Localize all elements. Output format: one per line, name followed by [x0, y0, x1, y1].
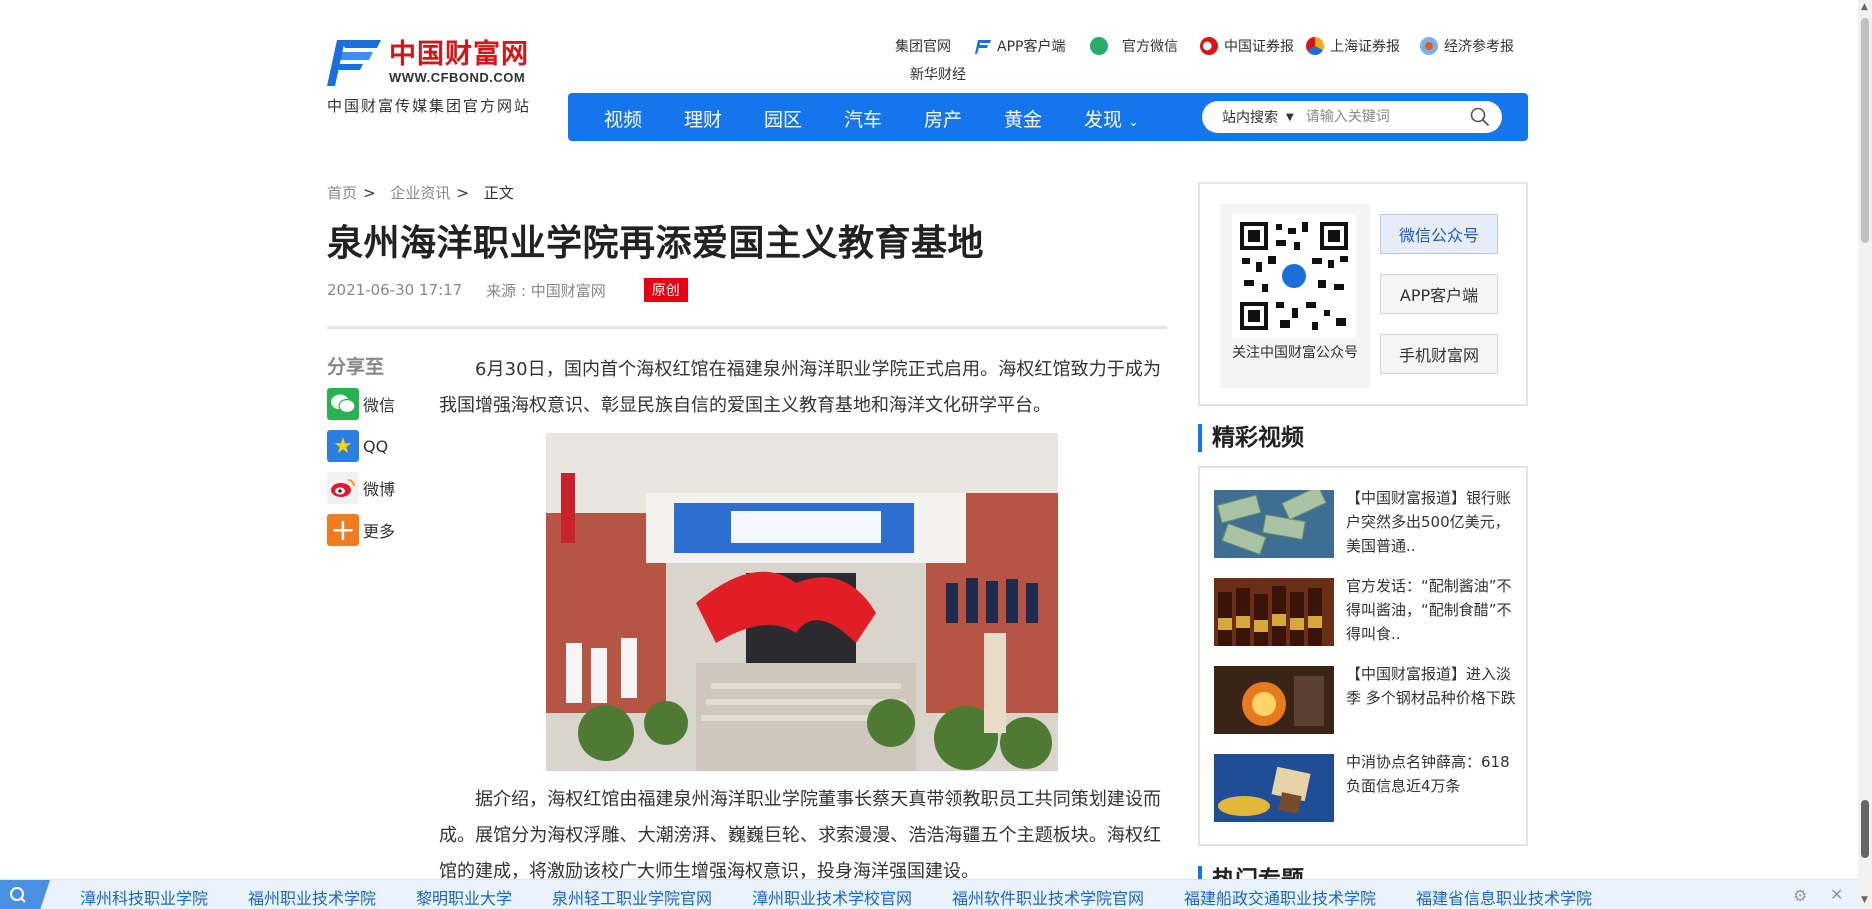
breadcrumb-current: 正文 [483, 184, 514, 202]
section-heading: 精彩视频 [1198, 424, 1304, 452]
wechat-icon [327, 388, 359, 420]
video-title: 官方发话：“配制酱油”不得叫酱油，“配制食醋”不得叫食.. [1346, 577, 1512, 643]
close-icon[interactable]: ✕ [1830, 885, 1843, 904]
breadcrumb-separator: > [456, 184, 469, 202]
search-box: 站内搜索 ▼ [1202, 101, 1502, 133]
logo-url: WWW.CFBOND.COM [389, 70, 526, 85]
nav-gold[interactable]: 黄金 [1004, 105, 1042, 132]
top-links: 集团官网 APP客户端 官方微信 中国证券报 上海证券报 经济参考报 新华财经 [880, 36, 1530, 86]
cfbond-logo-icon [327, 40, 381, 86]
follow-box: 关注中国财富公众号 微信公众号 APP客户端 手机财富网 [1198, 182, 1528, 406]
wechat-account-button[interactable]: 微信公众号 [1380, 214, 1498, 254]
search-icon[interactable] [1470, 107, 1490, 127]
cfbond-app-icon [975, 40, 991, 54]
share-heading: 分享至 [327, 356, 385, 378]
video-list: 【中国财富报道】银行账户突然多出500亿美元，美国普通.. 官方发话：“配制酱油… [1198, 466, 1528, 846]
scrollbar-thumb[interactable] [1861, 18, 1869, 243]
nav-finance[interactable]: 理财 [684, 105, 722, 132]
bottom-link-bar: 漳州科技职业学院 福州职业技术学院 黎明职业大学 泉州轻工职业学院官网 漳州职业… [0, 879, 1858, 909]
qr-panel: 关注中国财富公众号 [1220, 204, 1370, 388]
video-item[interactable]: 中消协点名钟薛高：618负面信息近4万条 [1214, 753, 1524, 824]
article-date: 2021-06-30 17:17 [327, 281, 463, 299]
toplink-app[interactable]: APP客户端 [975, 36, 1065, 56]
video-thumbnail [1214, 754, 1334, 822]
nav-auto[interactable]: 汽车 [844, 105, 882, 132]
toplink-jjckb[interactable]: 经济参考报 [1420, 36, 1514, 56]
bottom-link[interactable]: 福州软件职业技术学院官网 [952, 885, 1144, 909]
scrollbar-thumb-secondary[interactable] [1861, 800, 1869, 858]
video-thumbnail [1214, 490, 1334, 558]
title-divider [327, 326, 1167, 329]
search-input[interactable] [1305, 109, 1466, 125]
nav-discover[interactable]: 发现 ⌄ [1084, 105, 1139, 132]
bottom-link[interactable]: 福州职业技术学院 [248, 885, 376, 909]
video-item[interactable]: 【中国财富报道】进入淡季 多个钢材品种价格下跌 [1214, 665, 1524, 736]
bottom-link[interactable]: 福建省信息职业技术学院 [1416, 885, 1592, 909]
share-panel: 分享至 微信 ★ QQ 微博 + 更多 [327, 352, 407, 548]
chevron-down-icon: ⌄ [1128, 115, 1139, 130]
bottom-link[interactable]: 漳州科技职业学院 [80, 885, 208, 909]
video-title: 【中国财富报道】银行账户突然多出500亿美元，美国普通.. [1346, 489, 1512, 555]
original-badge: 原创 [643, 278, 688, 302]
video-item[interactable]: 官方发话：“配制酱油”不得叫酱油，“配制食醋”不得叫食.. [1214, 577, 1524, 648]
app-client-button[interactable]: APP客户端 [1380, 274, 1498, 314]
video-title: 中消协点名钟薛高：618负面信息近4万条 [1346, 753, 1510, 795]
breadcrumb-home[interactable]: 首页 [327, 184, 357, 202]
qr-code-image [1232, 214, 1356, 338]
mobile-site-button[interactable]: 手机财富网 [1380, 334, 1498, 374]
video-thumbnail [1214, 578, 1334, 646]
breadcrumb: 首页 > 企业资讯 > 正文 [327, 182, 520, 203]
nav-video[interactable]: 视频 [604, 105, 642, 132]
video-item[interactable]: 【中国财富报道】银行账户突然多出500亿美元，美国普通.. [1214, 489, 1524, 560]
article-photo [546, 433, 1058, 771]
article-paragraph: 据介绍，海权红馆由福建泉州海洋职业学院董事长蔡天真带领教职员工共同策划建设而成。… [439, 789, 1161, 882]
article-paragraph: 6月30日，国内首个海权红馆在福建泉州海洋职业学院正式启用。海权红馆致力于成为我… [439, 359, 1161, 416]
jjckb-icon [1420, 37, 1438, 55]
bottom-link[interactable]: 福建船政交通职业技术学院 [1184, 885, 1376, 909]
logo-name: 中国财富网 [389, 39, 529, 70]
plus-icon: + [327, 513, 359, 548]
logo-slogan: 中国财富传媒集团官方网站 [327, 97, 532, 115]
caret-down-icon[interactable]: ▼ [1286, 112, 1294, 123]
scroll-down-icon[interactable]: ▼ [1861, 895, 1868, 905]
article-meta: 2021-06-30 17:17 来源 : 中国财富网 原创 [327, 278, 688, 302]
share-qq[interactable]: ★ QQ [327, 429, 407, 463]
main-nav: 视频 理财 园区 汽车 房产 黄金 发现 ⌄ 站内搜索 ▼ [568, 93, 1528, 141]
nav-park[interactable]: 园区 [764, 105, 802, 132]
share-more[interactable]: + 更多 [327, 513, 407, 548]
share-wechat[interactable]: 微信 [327, 387, 407, 421]
article-title: 泉州海洋职业学院再添爱国主义教育基地 [327, 223, 985, 264]
museum-opening-photo [546, 433, 1058, 771]
weibo-icon [327, 472, 359, 504]
article-source: 来源 : 中国财富网 [486, 281, 606, 300]
share-weibo[interactable]: 微博 [327, 471, 407, 505]
search-icon[interactable] [0, 880, 50, 909]
bottom-link[interactable]: 泉州轻工职业学院官网 [552, 885, 712, 909]
qr-caption: 关注中国财富公众号 [1232, 345, 1358, 361]
wechat-icon [1090, 37, 1108, 55]
scroll-up-icon[interactable]: ▲ [1861, 2, 1868, 12]
toplink-xinhua[interactable]: 新华财经 [910, 64, 966, 84]
breadcrumb-category[interactable]: 企业资讯 [390, 184, 450, 202]
toplink-ssn[interactable]: 上海证券报 [1306, 36, 1400, 56]
toplink-wechat[interactable]: 官方微信 [1090, 36, 1178, 56]
toplink-csj[interactable]: 中国证券报 [1200, 36, 1294, 56]
gear-icon[interactable]: ⚙ [1793, 886, 1807, 905]
vertical-scrollbar[interactable]: ▲ ▼ [1858, 0, 1872, 909]
bottom-link[interactable]: 黎明职业大学 [416, 885, 512, 909]
site-logo[interactable]: 中国财富网 WWW.CFBOND.COM 中国财富传媒集团官方网站 [327, 32, 543, 116]
nav-realestate[interactable]: 房产 [924, 105, 962, 132]
ssn-icon [1306, 37, 1324, 55]
search-scope-select[interactable]: 站内搜索 [1222, 107, 1278, 127]
toplink-group-site[interactable]: 集团官网 [895, 36, 951, 56]
breadcrumb-separator: > [363, 184, 376, 202]
video-title: 【中国财富报道】进入淡季 多个钢材品种价格下跌 [1346, 665, 1516, 707]
qq-star-icon: ★ [327, 430, 359, 462]
csj-icon [1200, 37, 1218, 55]
bottom-link[interactable]: 漳州职业技术学校官网 [752, 885, 912, 909]
video-thumbnail [1214, 666, 1334, 734]
